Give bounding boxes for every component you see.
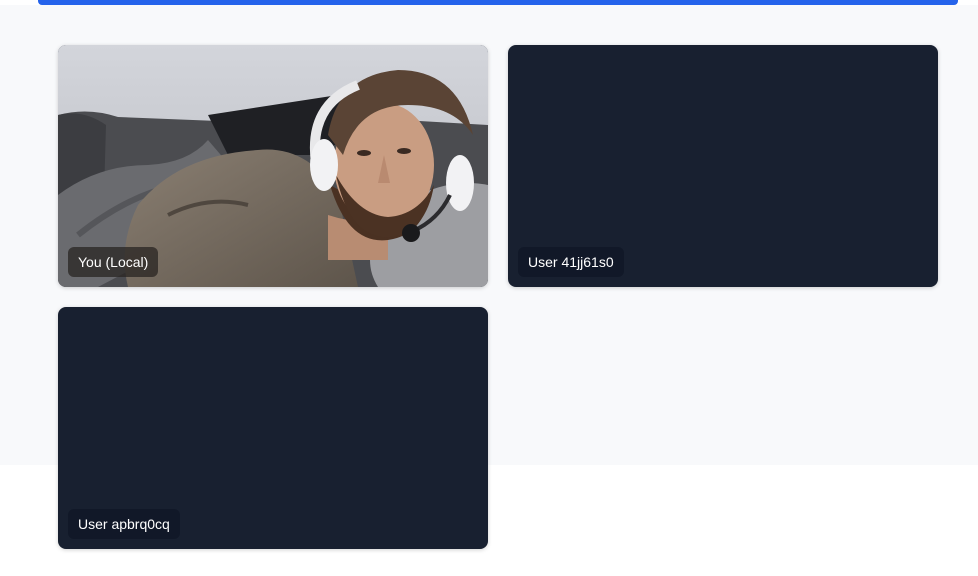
video-tile-remote[interactable]: User apbrq0cq: [58, 307, 488, 549]
video-tile-local[interactable]: You (Local): [58, 45, 488, 287]
participant-name-tag: User 41jj61s0: [518, 247, 624, 277]
video-tile-remote[interactable]: User 41jj61s0: [508, 45, 938, 287]
participant-name-tag: You (Local): [68, 247, 159, 277]
participant-name-tag: User apbrq0cq: [68, 509, 180, 539]
video-call-page: You (Local) User 41jj61s0 User apbrq0cq: [0, 0, 978, 576]
